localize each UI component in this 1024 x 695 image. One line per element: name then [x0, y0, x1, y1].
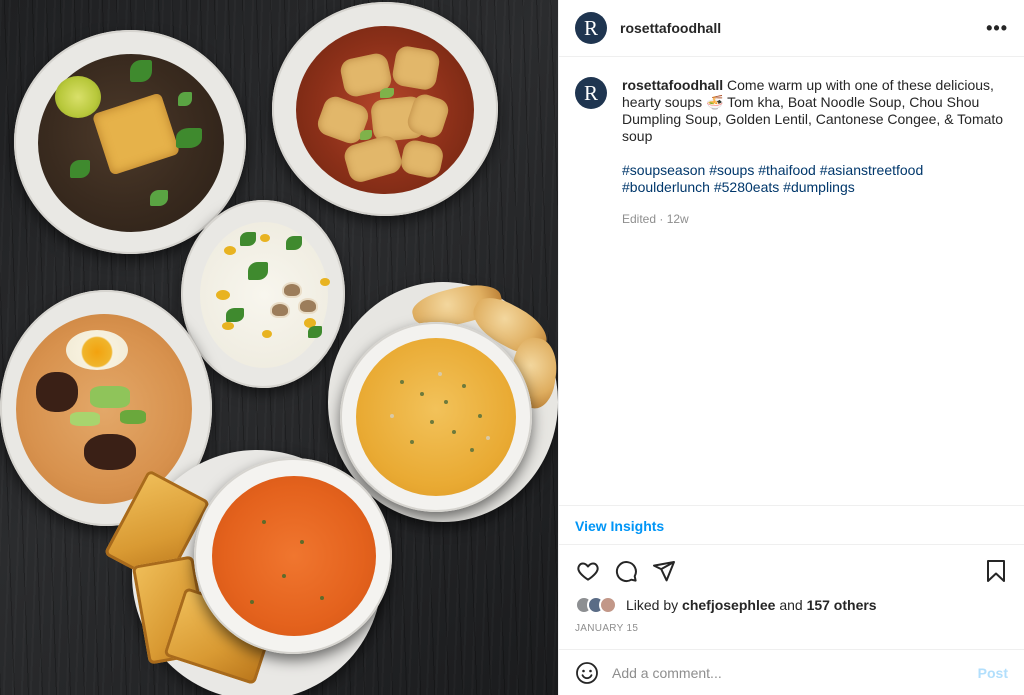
emoji-smile-icon[interactable] [575, 661, 599, 685]
hashtag-list: #soupseason #soups #thaifood #asianstree… [622, 162, 1014, 196]
likes-prefix: Liked by [626, 597, 679, 613]
post-header: R rosettafoodhall ••• [559, 0, 1024, 57]
avatar [599, 596, 617, 614]
hashtag-link[interactable]: #soupseason [622, 162, 705, 178]
heart-icon[interactable] [575, 558, 601, 584]
post-date[interactable]: JANUARY 15 [575, 623, 638, 634]
insights-bar: View Insights [559, 505, 1024, 545]
hashtag-link[interactable]: #thaifood [758, 162, 816, 178]
likes-summary: Liked by chefjosephlee and 157 others [575, 596, 877, 614]
likes-others-link[interactable]: 157 others [807, 597, 877, 613]
hashtag-link[interactable]: #asianstreetfood [820, 162, 924, 178]
send-icon[interactable] [651, 558, 677, 584]
liker-username-link[interactable]: chefjosephlee [682, 597, 775, 613]
view-insights-link[interactable]: View Insights [575, 518, 664, 534]
post-details-panel: R rosettafoodhall ••• R rosettafoodhall … [558, 0, 1024, 695]
post-caption: R rosettafoodhall Come warm up with one … [575, 77, 1015, 228]
avatar[interactable]: R [575, 12, 607, 44]
hashtag-link[interactable]: #dumplings [783, 179, 855, 195]
caption-text: rosettafoodhall Come warm up with one of… [622, 77, 1014, 228]
comment-input[interactable] [612, 664, 978, 681]
instagram-post-view: R rosettafoodhall ••• R rosettafoodhall … [0, 0, 1024, 695]
edited-timestamp[interactable]: Edited · 12w [622, 211, 1014, 228]
action-bar [575, 558, 1009, 584]
liker-avatars[interactable] [575, 596, 621, 614]
caption-avatar[interactable]: R [575, 77, 607, 109]
hashtag-link[interactable]: #soups [709, 162, 754, 178]
hashtag-link[interactable]: #5280eats [714, 179, 779, 195]
post-comment-button[interactable]: Post [978, 665, 1008, 681]
username-link[interactable]: rosettafoodhall [620, 20, 986, 36]
comment-icon[interactable] [613, 558, 639, 584]
caption-username[interactable]: rosettafoodhall [622, 77, 723, 93]
likes-joiner: and [779, 597, 803, 613]
noodle-emoji: 🍜 [706, 94, 724, 110]
bookmark-icon[interactable] [983, 558, 1009, 584]
comment-box: Post [559, 649, 1024, 695]
post-photo-soups[interactable] [0, 0, 558, 695]
more-horizontal-icon[interactable]: ••• [986, 18, 1008, 39]
hashtag-link[interactable]: #boulderlunch [622, 179, 710, 195]
